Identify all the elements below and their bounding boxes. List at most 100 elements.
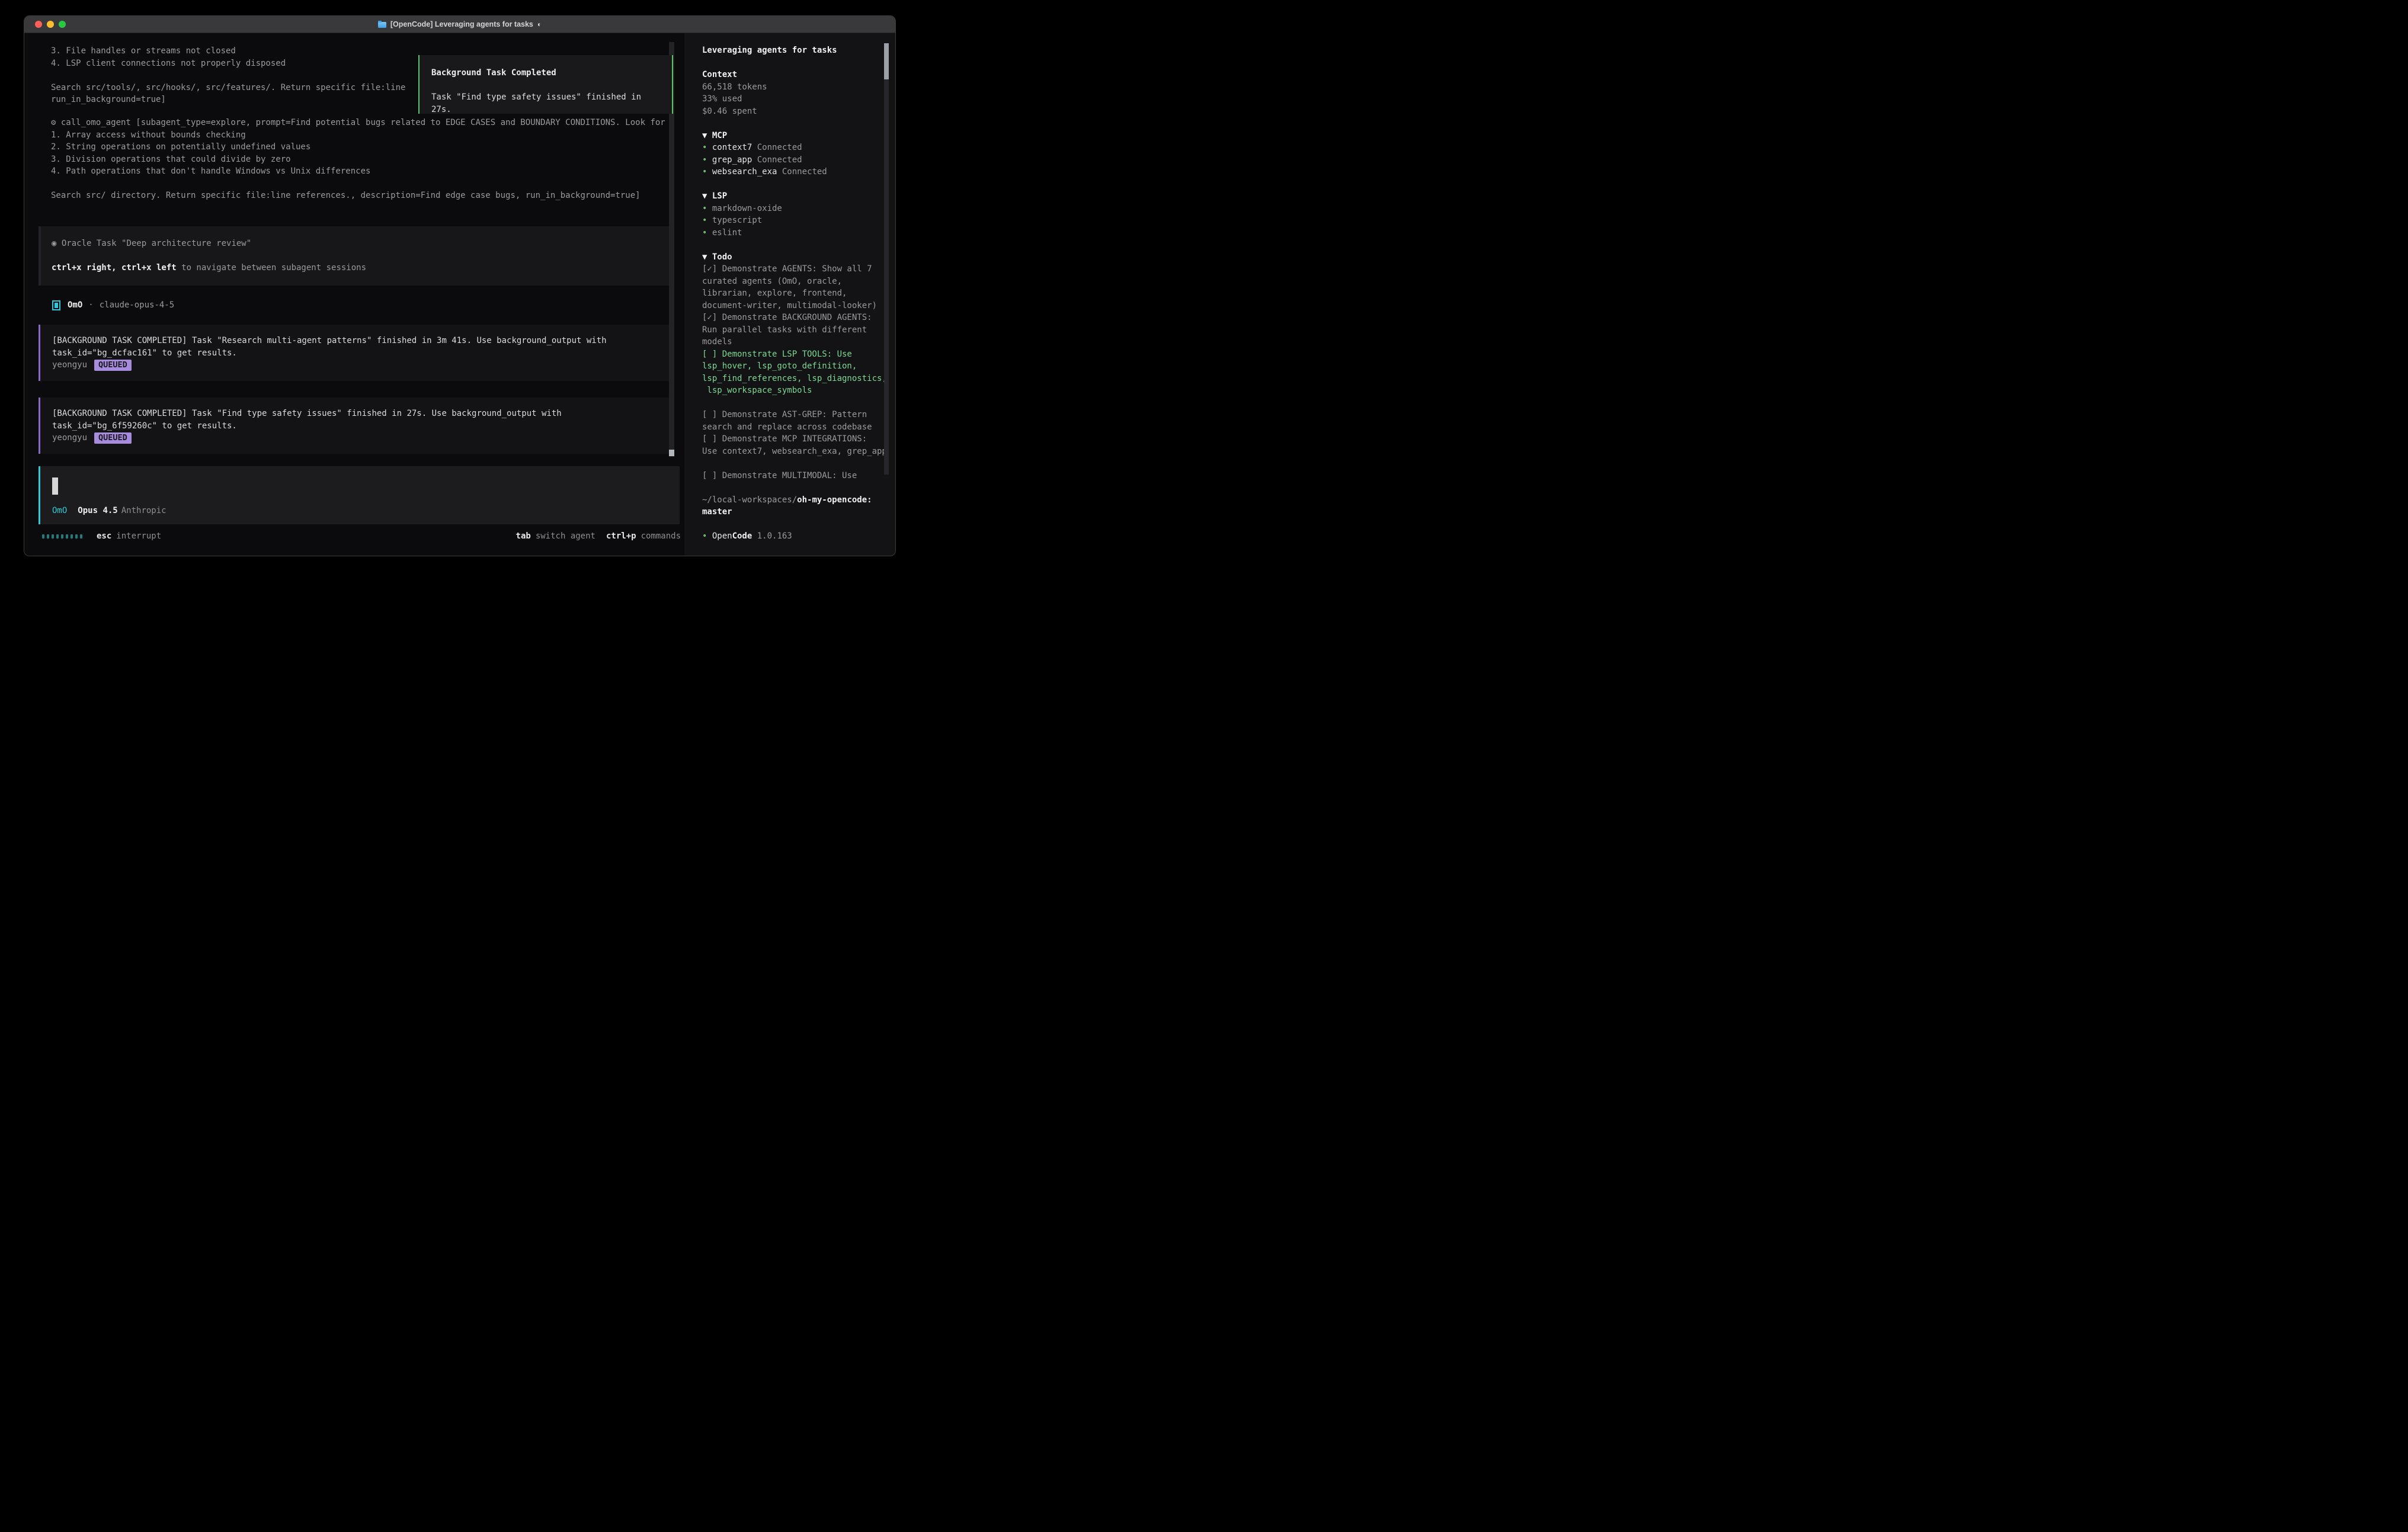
spinner-dot [75, 534, 78, 539]
task-message-line: [BACKGROUND TASK COMPLETED] Task "Find t… [52, 408, 659, 420]
status-bar: esc interrupt tab switch agent ctrl+p co… [39, 530, 681, 543]
tool-call-text: ⚙ call_omo_agent [subagent_type=explore,… [51, 117, 665, 202]
queued-badge: QUEUED [94, 360, 132, 371]
terminal-line: ~/local-workspaces/oh-my-opencode: [702, 494, 892, 507]
sidebar-scrollbar[interactable] [884, 43, 889, 475]
terminal-line: [✓] Demonstrate AGENTS: Show all 7 [702, 263, 892, 275]
terminal-line: curated agents (OmO, oracle, [702, 275, 892, 288]
window-title: [OpenCode] Leveraging agents for tasks [390, 20, 533, 28]
sidebar-scrollbar-thumb[interactable] [884, 43, 889, 79]
ctrlp-key-label: commands [641, 531, 681, 541]
conversation-scrollbar-thumb[interactable] [669, 450, 674, 456]
terminal-line [702, 482, 892, 494]
app-window: [OpenCode] Leveraging agents for tasks ◐… [24, 15, 896, 556]
terminal-line [702, 518, 892, 531]
terminal-line: 66,518 tokens [702, 81, 892, 94]
titlebar[interactable]: [OpenCode] Leveraging agents for tasks ◐ [24, 16, 895, 33]
terminal-line: 33% used [702, 93, 892, 105]
task-user: yeongyu [52, 359, 87, 371]
terminal-line [702, 57, 892, 69]
agent-name: OmO [68, 300, 82, 310]
spinner-dot [71, 534, 73, 539]
terminal-line: ▼ LSP [702, 190, 892, 203]
terminal-line: 4. LSP client connections not properly d… [51, 57, 405, 70]
terminal-line [51, 69, 405, 82]
terminal-line: ▼ Todo [702, 251, 892, 264]
tab-key-hint: tab [516, 531, 531, 541]
terminal-line: document-writer, multimodal-looker) [702, 300, 892, 312]
esc-key-label: interrupt [116, 531, 161, 541]
task-message-line: task_id="bg_dcfac161" to get results. [52, 347, 659, 360]
terminal-line: master [702, 506, 892, 518]
terminal-line: run_in_background=true] [51, 94, 405, 106]
task-message-line: task_id="bg_6f59260c" to get results. [52, 420, 659, 432]
session-sidebar: Leveraging agents for tasks Context66,51… [684, 33, 895, 556]
keyboard-hint-keys: ctrl+x right, ctrl+x left [52, 263, 177, 273]
terminal-line [51, 178, 665, 190]
terminal-line: Context [702, 69, 892, 81]
terminal-line: • context7 Connected [702, 142, 892, 154]
notification-body: Task "Find type safety issues" finished … [431, 91, 660, 104]
agent-checkbox-icon [52, 300, 60, 310]
input-provider-name: Anthropic [121, 505, 166, 517]
terminal-line: librarian, explore, frontend, [702, 287, 892, 300]
terminal-line: Search src/tools/, src/hooks/, src/featu… [51, 82, 405, 94]
terminal-line: search and replace across codebase [702, 421, 892, 434]
spinner-dot [80, 534, 82, 539]
terminal-line: lsp_workspace_symbols [702, 384, 892, 397]
terminal-line: [ ] Demonstrate MULTIMODAL: Use [702, 470, 892, 482]
terminal-line: ▼ MCP [702, 130, 892, 142]
tab-key-label: switch agent [536, 531, 595, 541]
oracle-task-title: Oracle Task "Deep architecture review" [56, 239, 251, 248]
spinner-dot [66, 534, 68, 539]
prompt-input[interactable]: OmO Opus 4.5 Anthropic [39, 466, 680, 524]
terminal-line: 1. Array access without bounds checking [51, 129, 665, 142]
agent-session-header: OmO · claude-opus-4-5 [52, 299, 174, 312]
terminal-line [702, 239, 892, 251]
task-user: yeongyu [52, 432, 87, 444]
sidebar-content: Leveraging agents for tasks Context66,51… [702, 44, 892, 543]
ctrlp-key-hint: ctrl+p [606, 531, 636, 541]
terminal-line: 4. Path operations that don't handle Win… [51, 165, 665, 178]
task-message-line: [BACKGROUND TASK COMPLETED] Task "Resear… [52, 335, 659, 347]
minimize-window-button[interactable] [47, 21, 54, 28]
input-agent-name: OmO [52, 505, 67, 517]
terminal-line: ⚙ call_omo_agent [subagent_type=explore,… [51, 117, 665, 129]
spinner-dot [42, 534, 44, 539]
oracle-task-panel: ◉ Oracle Task "Deep architecture review"… [39, 226, 671, 286]
terminal-line [702, 117, 892, 130]
esc-key-hint: esc [97, 531, 111, 541]
conversation-area: 3. File handles or streams not closed4. … [24, 33, 684, 556]
terminal-line: • typescript [702, 214, 892, 227]
task-completed-message: [BACKGROUND TASK COMPLETED] Task "Find t… [39, 398, 671, 454]
terminal-line: 2. String operations on potentially unde… [51, 141, 665, 153]
terminal-line: • OpenCode 1.0.163 [702, 530, 892, 543]
terminal-line: • eslint [702, 227, 892, 239]
spinner-dot [47, 534, 49, 539]
terminal-line: Use context7, websearch_exa, grep_app [702, 446, 892, 458]
notification-title: Background Task Completed [431, 67, 660, 79]
status-circle-icon: ◐ [537, 20, 542, 28]
terminal-line: models [702, 336, 892, 348]
terminal-line: $0.46 spent [702, 105, 892, 118]
background-task-notification: Background Task Completed Task "Find typ… [418, 55, 673, 114]
folder-icon [378, 22, 386, 28]
terminal-line: • grep_app Connected [702, 154, 892, 166]
queued-badge: QUEUED [94, 432, 132, 444]
terminal-line: lsp_find_references, lsp_diagnostics, [702, 373, 892, 385]
task-completed-message: [BACKGROUND TASK COMPLETED] Task "Resear… [39, 325, 671, 381]
close-window-button[interactable] [35, 21, 42, 28]
maximize-window-button[interactable] [59, 21, 66, 28]
terminal-line: • websearch_exa Connected [702, 166, 892, 178]
terminal-line [702, 178, 892, 191]
text-cursor [52, 477, 58, 495]
terminal-line: [ ] Demonstrate MCP INTEGRATIONS: [702, 433, 892, 446]
working-spinner-dots [42, 534, 82, 539]
spinner-dot [61, 534, 63, 539]
window-controls [35, 16, 66, 33]
terminal-line [702, 457, 892, 470]
terminal-line: [ ] Demonstrate LSP TOOLS: Use [702, 348, 892, 361]
agent-model: claude-opus-4-5 [100, 300, 174, 310]
terminal-line: lsp_hover, lsp_goto_definition, [702, 360, 892, 373]
terminal-line: Run parallel tasks with different [702, 324, 892, 336]
